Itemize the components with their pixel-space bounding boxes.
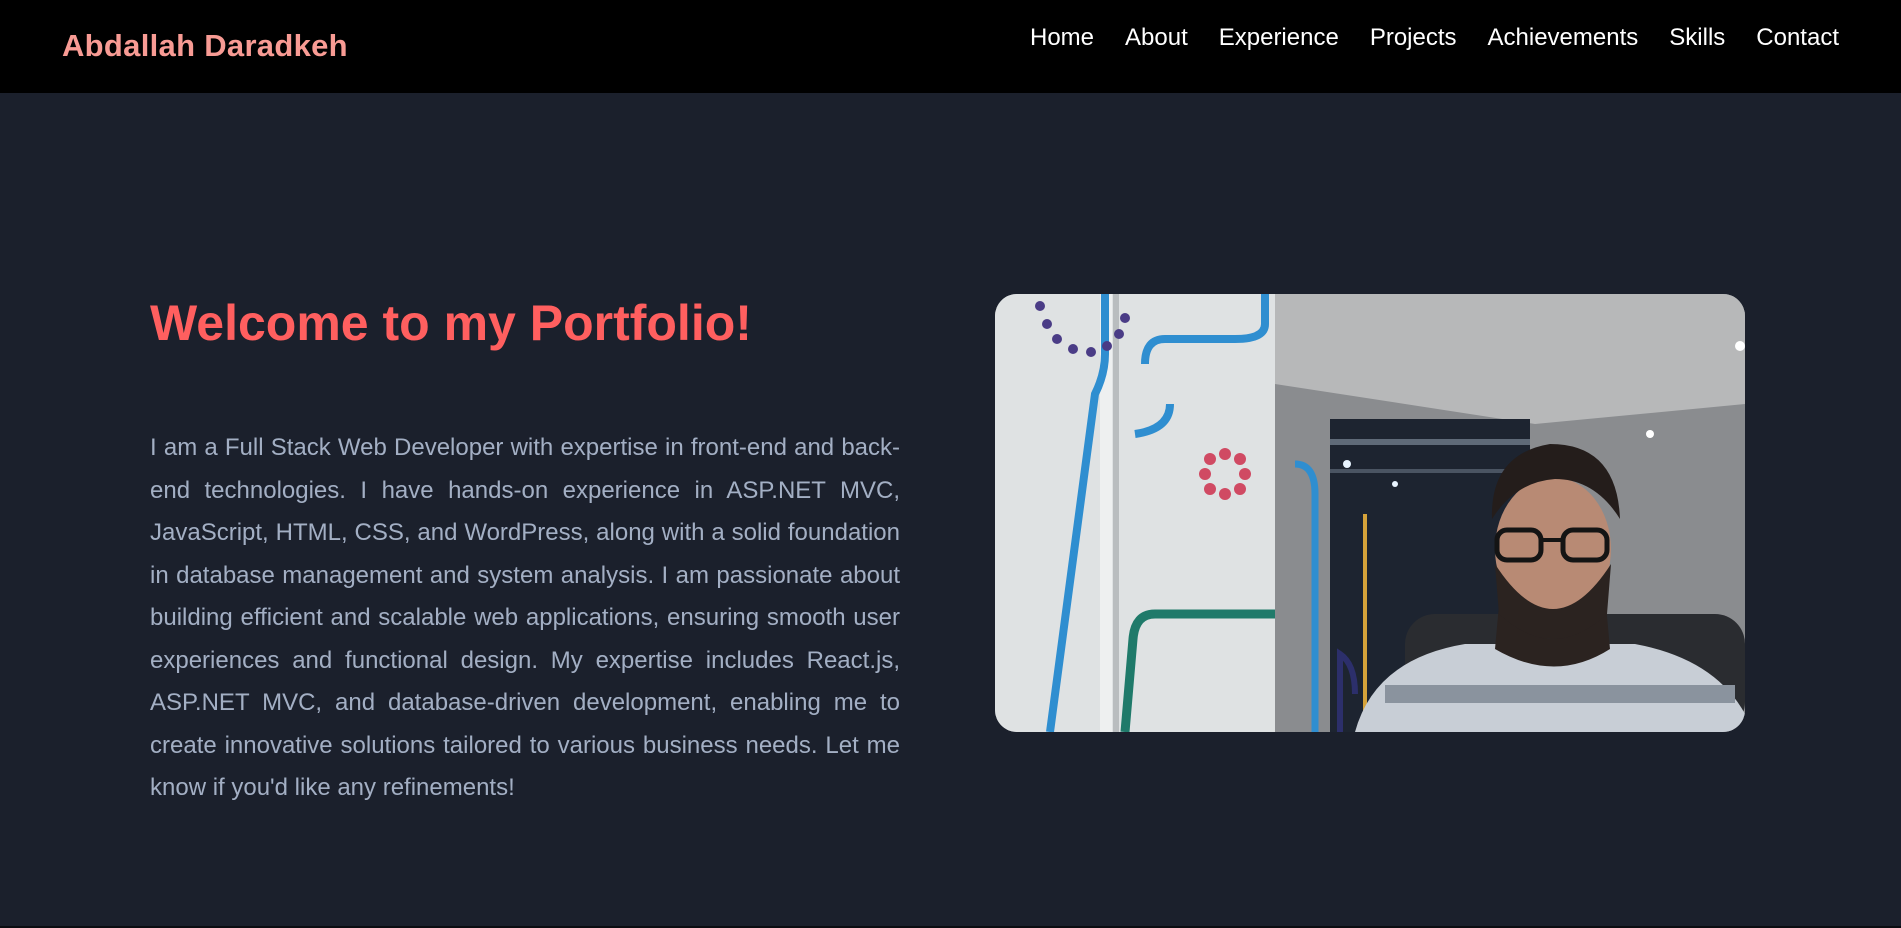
profile-photo-illustration — [995, 294, 1745, 732]
nav-link-skills[interactable]: Skills — [1669, 24, 1725, 52]
hero-title: Welcome to my Portfolio! — [150, 295, 752, 351]
hero-description: I am a Full Stack Web Developer with exp… — [150, 434, 900, 801]
nav-link-projects[interactable]: Projects — [1370, 24, 1457, 52]
nav-link-contact[interactable]: Contact — [1756, 24, 1839, 52]
navbar: Abdallah Daradkeh Home About Experience … — [0, 0, 1901, 93]
nav-link-achievements[interactable]: Achievements — [1488, 24, 1639, 52]
nav-link-experience[interactable]: Experience — [1219, 24, 1339, 52]
nav-link-about[interactable]: About — [1125, 24, 1188, 52]
nav-links: Home About Experience Projects Achieveme… — [1030, 24, 1839, 52]
profile-photo — [995, 294, 1745, 732]
brand-logo[interactable]: Abdallah Daradkeh — [62, 28, 348, 64]
nav-link-home[interactable]: Home — [1030, 24, 1094, 52]
